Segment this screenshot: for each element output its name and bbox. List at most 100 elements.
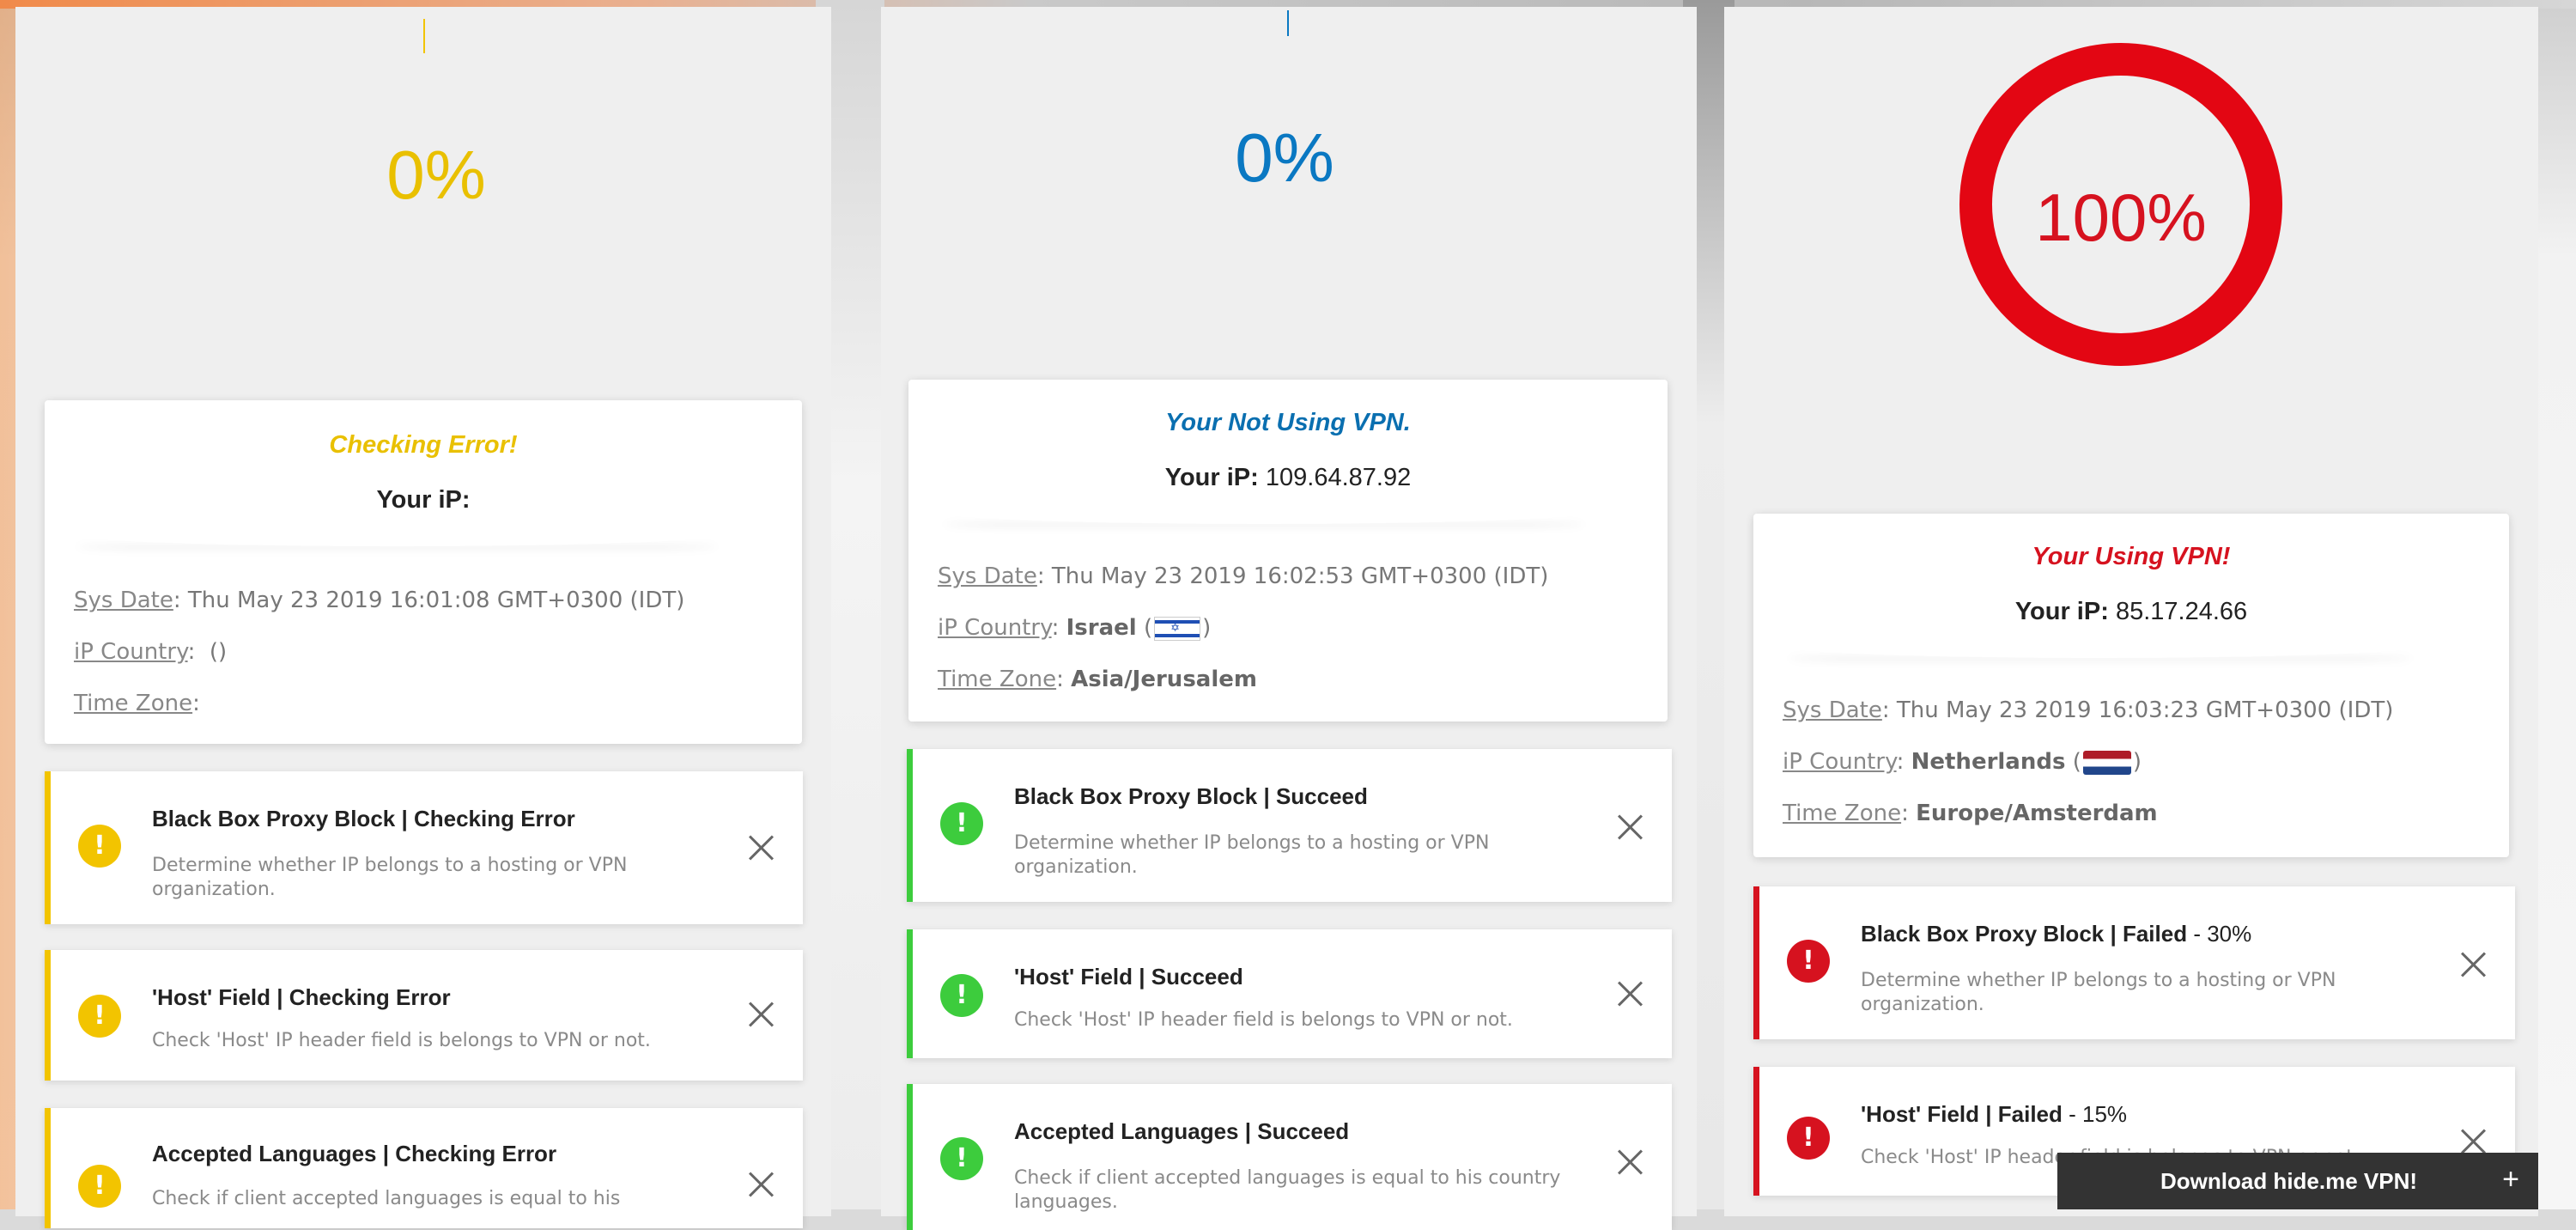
ip-country-row: iP Country: Israel (✡) [938,615,1211,641]
percent-display: 100% [2035,180,2207,255]
status-message: Checking Error! [329,431,518,459]
close-icon[interactable] [2458,1127,2488,1156]
error-icon: ! [1787,940,1830,983]
check-title-text: 'Host' Field | Failed [1861,1101,2063,1127]
check-description: Check if client accepted languages is eq… [152,1188,621,1209]
separator: : [1896,749,1911,775]
check-title: Accepted Languages | Checking Error [152,1141,556,1167]
ip-info-card: Checking Error! Your iP: Sys Date: Thu M… [45,400,802,744]
check-card: ! Accepted Languages | Checking Error Ch… [45,1108,803,1228]
check-card: ! 'Host' Field | Succeed Check 'Host' IP… [907,929,1672,1058]
check-score: - 30% [2187,921,2252,947]
ip-country-row: iP Country: Netherlands () [1783,749,2142,775]
close-icon[interactable] [746,833,775,862]
paren-close: ) [2132,749,2142,775]
sys-date-label: Sys Date [1783,697,1882,723]
check-title-text: 'Host' Field | Succeed [1014,964,1243,989]
check-description: Check if client accepted languages is eq… [1014,1167,1561,1213]
ip-country-row: iP Country: () [74,639,227,665]
check-title: Black Box Proxy Block | Checking Error [152,806,575,832]
check-card: ! Accepted Languages | Succeed Check if … [907,1084,1672,1230]
time-zone-row: Time Zone: Asia/Jerusalem [938,667,1257,692]
check-title: Black Box Proxy Block | Failed - 30% [1861,921,2251,947]
paren-close: ) [1202,615,1212,641]
time-zone-label: Time Zone [938,667,1057,692]
check-description: Determine whether IP belongs to a hostin… [1014,832,1490,878]
ip-value: 85.17.24.66 [2115,598,2248,625]
success-icon: ! [940,802,983,845]
divider [938,512,1590,524]
download-vpn-bar[interactable]: Download hide.me VPN! + [2057,1153,2538,1209]
check-title: Black Box Proxy Block | Succeed [1014,783,1368,810]
check-title: 'Host' Field | Succeed [1014,964,1243,990]
divider [1783,646,2418,658]
success-icon: ! [940,1137,983,1180]
check-title-text: Black Box Proxy Block | Checking Error [152,806,575,831]
check-description: Check 'Host' IP header field is belongs … [152,1030,651,1051]
status-message: Your Not Using VPN. [1165,409,1411,436]
percent-display: 0% [1235,119,1334,196]
ip-country-label: iP Country [1783,749,1897,775]
ip-label: Your iP: [376,486,471,514]
close-icon[interactable] [746,1170,775,1199]
check-card: ! Black Box Proxy Block | Checking Error… [45,771,803,924]
time-zone-value: : [192,691,200,716]
check-title-text: Accepted Languages | Succeed [1014,1118,1350,1144]
divider [70,534,723,546]
sys-date-value: : Thu May 23 2019 16:03:23 GMT+0300 (IDT… [1881,697,2394,723]
check-card: ! Black Box Proxy Block | Succeed Determ… [907,749,1672,902]
netherlands-flag-icon [2082,750,2131,775]
close-icon[interactable] [1615,979,1644,1008]
check-title: Accepted Languages | Succeed [1014,1118,1349,1145]
vpn-check-panel-1: 0% Checking Error! Your iP: Sys Date: Th… [15,7,831,1228]
ip-address-line: Your iP: 85.17.24.66 [1753,598,2509,626]
success-icon: ! [940,974,983,1017]
sys-date-row: Sys Date: Thu May 23 2019 16:03:23 GMT+0… [1783,697,2393,723]
ip-country-value: Netherlands [1911,749,2066,775]
time-zone-row: Time Zone: Europe/Amsterdam [1783,801,2158,826]
check-description: Determine whether IP belongs to a hostin… [1861,970,2336,1015]
ip-label: Your iP: [1164,464,1259,491]
percent-display: 0% [386,137,486,213]
warning-icon: ! [78,1165,121,1208]
check-score: - 15% [2062,1101,2128,1127]
warning-icon: ! [78,995,121,1038]
ip-label: Your iP: [2014,598,2109,625]
download-vpn-label[interactable]: Download hide.me VPN! [2160,1168,2417,1195]
close-icon[interactable] [1615,1148,1644,1177]
expand-plus-icon[interactable]: + [2502,1163,2519,1197]
close-icon[interactable] [2458,950,2488,979]
check-title-text: Accepted Languages | Checking Error [152,1141,557,1166]
check-title-text: 'Host' Field | Checking Error [152,984,451,1010]
ip-info-card: Your Using VPN! Your iP: 85.17.24.66 Sys… [1753,514,2509,857]
check-card: ! 'Host' Field | Checking Error Check 'H… [45,950,803,1081]
ip-country-label: iP Country [74,639,188,665]
sys-date-label: Sys Date [938,563,1037,589]
check-card: ! Black Box Proxy Block | Failed - 30% D… [1753,886,2515,1039]
separator: : [1051,615,1066,641]
check-description: Check 'Host' IP header field is belongs … [1014,1009,1513,1031]
check-title-text: Black Box Proxy Block | Succeed [1014,783,1368,809]
close-icon[interactable] [746,1000,775,1029]
israel-flag-icon: ✡ [1154,616,1201,641]
error-icon: ! [1787,1117,1830,1160]
progress-tick [423,19,425,53]
ip-value: 109.64.87.92 [1265,464,1412,491]
separator: : [1901,801,1917,826]
ip-address-line: Your iP: [45,486,802,515]
time-zone-label: Time Zone [74,691,193,716]
progress-tick [1287,10,1289,36]
time-zone-label: Time Zone [1783,801,1902,826]
vpn-check-panel-2: 0% Your Not Using VPN. Your iP: 109.64.8… [881,7,1697,1230]
separator: : [1056,667,1072,692]
ip-country-label: iP Country [938,615,1052,641]
status-message: Your Using VPN! [2032,543,2231,570]
close-icon[interactable] [1615,813,1644,842]
check-title: 'Host' Field | Checking Error [152,984,451,1011]
sys-date-label: Sys Date [74,588,173,613]
ip-address-line: Your iP: 109.64.87.92 [908,464,1668,492]
sys-date-row: Sys Date: Thu May 23 2019 16:01:08 GMT+0… [74,588,684,613]
sys-date-value: : Thu May 23 2019 16:02:53 GMT+0300 (IDT… [1036,563,1549,589]
ip-info-card: Your Not Using VPN. Your iP: 109.64.87.9… [908,380,1668,722]
time-zone-value: Asia/Jerusalem [1071,667,1257,692]
